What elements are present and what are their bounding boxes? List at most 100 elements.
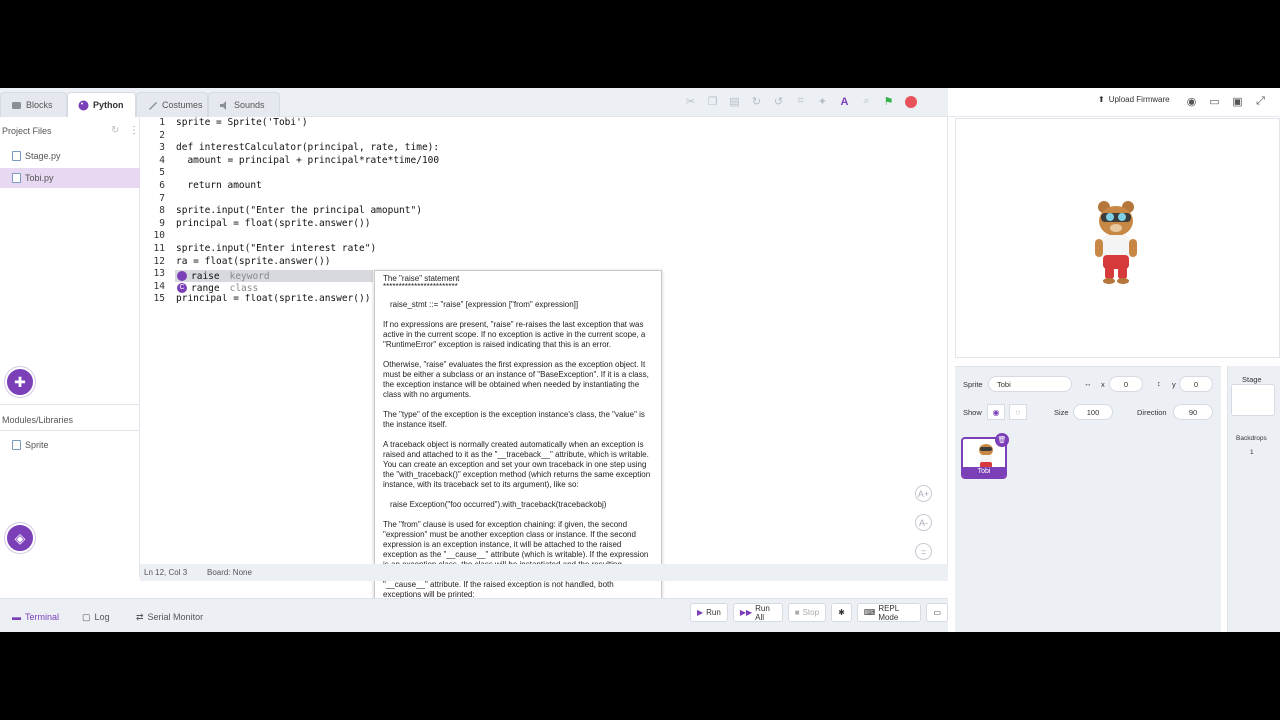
copy-icon[interactable]: ❐ (706, 95, 719, 108)
tab-sounds[interactable]: Sounds (208, 92, 280, 117)
repl-icon: ⌨ (863, 608, 876, 617)
find-replace-icon[interactable]: ⌗ (794, 95, 807, 108)
green-flag-icon[interactable]: ⚑ (882, 95, 895, 108)
terminal-icon: ▬ (12, 612, 21, 622)
bug-icon: ✱ (838, 608, 845, 617)
library-icon: ◈ (14, 529, 26, 546)
show-hidden-button[interactable]: ◌ (1009, 404, 1027, 420)
magic-wand-icon[interactable]: ✦ (816, 95, 829, 108)
tab-log[interactable]: ▢ Log (72, 606, 120, 628)
undo-icon[interactable]: ↺ (772, 95, 785, 108)
code-line: 9 principal = float(sprite.answer()) (159, 217, 371, 229)
camera-icon[interactable]: ◉ (1185, 95, 1198, 108)
stage-backdrop-panel: Stage Backdrops 1 (1227, 366, 1280, 632)
modules-title: Modules/Libraries (2, 415, 74, 425)
file-tobi-py[interactable]: Tobi.py (0, 168, 140, 188)
backdrops-label: Backdrops (1236, 435, 1267, 442)
tab-python[interactable]: Python (67, 92, 136, 117)
stop-square-icon: ■ (794, 608, 800, 617)
tab-serial-monitor[interactable]: ⇄ Serial Monitor (126, 606, 213, 628)
delete-sprite-button[interactable]: 🗑 (995, 433, 1009, 447)
cursor-position: Ln 12, Col 3 (144, 568, 188, 577)
stage-header: ⬆ Upload Firmware ◉ ▭ ▣ ⤢ (948, 88, 1280, 117)
stage-canvas[interactable] (955, 118, 1280, 358)
doc-paragraph: Otherwise, "raise" evaluates the first e… (383, 360, 649, 399)
zoom-in-icon[interactable]: A+ (915, 485, 932, 502)
keyword-icon (177, 271, 187, 281)
project-sidebar: Project Files ↻ ⋮ Stage.py Tobi.py ✚ Mod… (0, 117, 140, 577)
upload-firmware-button[interactable]: ⬆ Upload Firmware (1098, 95, 1170, 104)
y-label: y (1172, 380, 1176, 389)
add-library-button[interactable]: ◈ (5, 523, 35, 553)
stop-button[interactable]: ■ Stop (787, 603, 827, 622)
tab-terminal[interactable]: ▬ Terminal (2, 606, 69, 628)
module-icon (12, 440, 21, 450)
tobi-sprite[interactable] (1086, 197, 1146, 287)
code-line: 10 (153, 230, 165, 242)
stop-icon[interactable] (904, 95, 917, 108)
trash-icon: 🗑 (997, 437, 1007, 444)
large-stage-icon[interactable]: ▣ (1231, 95, 1244, 108)
doc-paragraph: raise_stmt ::= "raise" [expression ["fro… (390, 300, 579, 309)
doc-paragraph: The "from" clause is used for exception … (383, 520, 649, 599)
sprite-info-panel: Sprite Tobi ↔ x 0 ↕ y 0 Show ◉ ◌ Size 10… (955, 366, 1221, 632)
add-extension-button[interactable]: ✚ (5, 367, 35, 397)
log-icon: ▢ (82, 611, 91, 622)
small-stage-icon[interactable]: ▭ (1208, 95, 1221, 108)
size-input[interactable]: 100 (1073, 404, 1113, 420)
panel-icon: ▭ (933, 608, 941, 617)
zoom-out-icon[interactable]: A- (915, 514, 932, 531)
play-icon: ▶ (697, 608, 704, 617)
eye-off-icon: ◌ (1015, 407, 1021, 417)
divider (0, 404, 140, 405)
more-options-icon[interactable]: ⋮ (129, 125, 139, 136)
sprite-card-name: Tobi (963, 467, 1005, 477)
doc-paragraph: If no expressions are present, "raise" r… (383, 320, 646, 349)
redo-icon[interactable]: ↻ (750, 95, 763, 108)
stage-title: Stage (1242, 375, 1262, 384)
refresh-icon[interactable]: ↻ (111, 125, 119, 136)
y-input[interactable]: 0 (1179, 376, 1213, 392)
show-visible-button[interactable]: ◉ (987, 404, 1005, 420)
code-line: 6 return amount (159, 180, 262, 191)
size-label: Size (1054, 408, 1069, 417)
autocomplete-item-range[interactable]: C range class (175, 282, 373, 294)
file-stage-py[interactable]: Stage.py (0, 146, 140, 166)
font-size-icon[interactable]: A (838, 95, 851, 108)
code-line: 8 sprite.input("Enter the principal amopu… (159, 205, 422, 217)
class-icon: C (177, 283, 187, 293)
editor-status-bar: Ln 12, Col 3 Board: None (140, 564, 948, 581)
repl-mode-button[interactable]: ⌨ REPL Mode (856, 603, 922, 622)
fullscreen-icon[interactable]: ⤢ (1254, 95, 1267, 108)
editor-float-controls: A+ A- = (915, 485, 932, 560)
backdrop-thumbnail[interactable] (1231, 384, 1275, 416)
divider (0, 430, 140, 431)
x-arrow-icon: ↔ (1084, 379, 1092, 388)
costumes-icon (147, 100, 158, 111)
module-sprite[interactable]: Sprite (0, 435, 140, 455)
autocomplete-list: raise keyword C range class (175, 270, 373, 294)
reset-zoom-icon[interactable]: = (915, 543, 932, 560)
backdrops-count: 1 (1250, 449, 1254, 456)
code-line: 7 (159, 192, 165, 204)
sprite-name-input[interactable]: Tobi (988, 376, 1072, 392)
cut-icon[interactable]: ✂ (684, 95, 697, 108)
direction-input[interactable]: 90 (1173, 404, 1213, 420)
autocomplete-item-raise[interactable]: raise keyword (175, 270, 373, 282)
run-all-button[interactable]: ▶▶ Run All (732, 603, 783, 622)
debug-button[interactable]: ✱ (831, 603, 852, 622)
code-line: 3 def interestCalculator(principal, rate,… (159, 142, 440, 154)
tab-costumes[interactable]: Costumes (136, 92, 208, 117)
tab-blocks[interactable]: Blocks (0, 92, 67, 117)
paste-icon[interactable]: ▤ (728, 95, 741, 108)
run-button[interactable]: ▶ Run (690, 603, 728, 622)
sprite-label: Sprite (963, 380, 983, 389)
python-icon (78, 100, 89, 111)
x-input[interactable]: 0 (1109, 376, 1143, 392)
search-icon[interactable]: ⌕ (860, 95, 873, 108)
blocks-icon (11, 100, 22, 111)
project-files-title: Project Files (2, 126, 52, 136)
code-line: 5 (159, 167, 165, 179)
editor-tab-bar: Blocks Python Costumes Sounds ✂ ❐ ▤ ↻ ↺ … (0, 88, 948, 117)
panel-toggle-button[interactable]: ▭ (926, 603, 948, 622)
